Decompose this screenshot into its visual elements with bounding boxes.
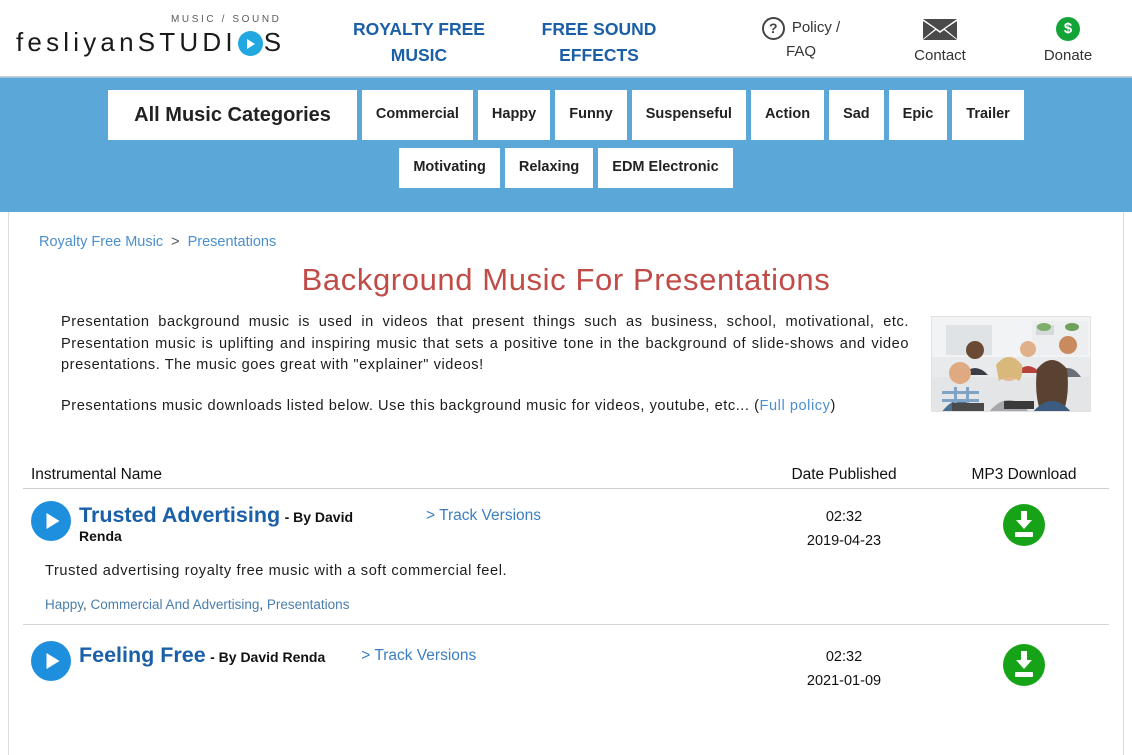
track-description: Trusted advertising royalty free music w… [23,553,1109,579]
tag-happy[interactable]: Happy [45,597,83,612]
track-download-cell [939,499,1109,546]
column-header-instrumental-name: Instrumental Name [23,466,749,484]
category-row-1: All Music Categories Commercial Happy Fu… [0,90,1132,140]
nav-policy-faq-label: Policy / [792,16,840,40]
category-commercial[interactable]: Commercial [362,90,473,140]
logo-kicker: MUSIC / SOUND [171,14,281,25]
category-funny[interactable]: Funny [555,90,627,140]
question-mark-icon: ? [762,17,785,40]
nav-contact[interactable]: Contact [876,16,1004,68]
logo-s: S [264,27,286,57]
site-header: MUSIC / SOUND fesliyanSTUDI S ROYALTY FRE… [0,0,1132,77]
intro-paragraph-1: Presentation background music is used in… [61,312,909,377]
track-published-date: 2021-01-09 [749,669,939,693]
content-panel: Royalty Free Music > Presentations Backgro… [8,212,1124,755]
table-row: Feeling Free - By David Renda > Track Ve… [23,625,1109,693]
logo-fesliyan: fesliyan [16,27,138,57]
category-sad[interactable]: Sad [829,90,884,140]
track-duration: 02:32 [749,645,939,669]
download-button-icon[interactable] [1003,504,1045,546]
track-title-cell: Feeling Free - By David Renda [79,639,325,668]
track-name-cell: Trusted Advertising - By David Renda > T… [23,499,749,546]
primary-nav: ROYALTY FREE MUSIC FREE SOUND EFFECTS [316,8,726,68]
full-policy-link[interactable]: Full policy [760,398,831,414]
category-all-music-categories[interactable]: All Music Categories [108,90,357,140]
presentation-meeting-photo [931,316,1091,412]
download-button-icon[interactable] [1003,644,1045,686]
download-baseline [1015,532,1033,537]
track-table-header: Instrumental Name Date Published MP3 Dow… [23,454,1109,489]
nav-free-sound-effects[interactable]: FREE SOUND EFFECTS [524,16,674,68]
track-download-cell [939,639,1109,686]
category-epic[interactable]: Epic [889,90,948,140]
tag-presentations[interactable]: Presentations [267,597,350,612]
track-published-date: 2019-04-23 [749,529,939,553]
category-nav-bar: All Music Categories Commercial Happy Fu… [0,77,1132,212]
column-header-date-published: Date Published [749,466,939,484]
page-wrapper: Royalty Free Music > Presentations Backgro… [0,212,1132,755]
track-versions-link[interactable]: > Track Versions [361,647,476,665]
track-date-cell: 02:32 2021-01-09 [749,639,939,693]
column-header-mp3-download: MP3 Download [939,466,1109,484]
nav-contact-label: Contact [876,44,1004,68]
track-name-cell: Feeling Free - By David Renda > Track Ve… [23,639,749,681]
logo-studi: STUDI [138,27,237,57]
track-versions-link[interactable]: > Track Versions [426,507,541,525]
page-title: Background Music For Presentations [9,262,1123,298]
breadcrumb: Royalty Free Music > Presentations [9,212,1123,250]
category-happy[interactable]: Happy [478,90,550,140]
category-relaxing[interactable]: Relaxing [505,148,593,188]
tag-commercial-and-advertising[interactable]: Commercial And Advertising [91,597,260,612]
down-arrow-icon [1014,511,1034,530]
intro-paragraph-2: Presentations music downloads listed bel… [61,396,909,418]
play-button-icon[interactable] [31,501,71,541]
play-button-icon[interactable] [31,641,71,681]
category-action[interactable]: Action [751,90,824,140]
track-duration: 02:32 [749,505,939,529]
envelope-icon [922,17,958,41]
intro-paragraph-2-pre: Presentations music downloads listed bel… [61,398,760,414]
breadcrumb-separator: > [171,234,179,250]
track-title-link[interactable]: Trusted Advertising [79,503,280,527]
tag-comma-2: , [259,597,267,612]
track-date-cell: 02:32 2019-04-23 [749,499,939,553]
track-artist: - By David Renda [210,649,325,665]
nav-royalty-free-music[interactable]: ROYALTY FREE MUSIC [344,16,494,68]
category-suspenseful[interactable]: Suspenseful [632,90,746,140]
down-arrow-icon [1014,651,1034,670]
nav-policy-faq[interactable]: ? Policy / FAQ [726,16,876,64]
track-title-link[interactable]: Feeling Free [79,643,206,667]
intro-section: Presentation background music is used in… [9,298,1123,436]
category-trailer[interactable]: Trailer [952,90,1024,140]
intro-paragraph-2-post: ) [830,398,835,414]
tag-comma-1: , [83,597,91,612]
breadcrumb-presentations[interactable]: Presentations [188,234,277,250]
intro-text: Presentation background music is used in… [61,312,909,436]
table-row: Trusted Advertising - By David Renda > T… [23,489,1109,553]
track-title-cell: Trusted Advertising - By David Renda [79,499,364,546]
breadcrumb-royalty-free-music[interactable]: Royalty Free Music [39,234,163,250]
track-tags: Happy, Commercial And Advertising, Prese… [23,579,1109,625]
play-circle-icon [238,31,263,56]
category-motivating[interactable]: Motivating [399,148,500,188]
category-edm-electronic[interactable]: EDM Electronic [598,148,732,188]
nav-policy-faq-label2: FAQ [726,40,876,64]
nav-donate[interactable]: $ Donate [1004,16,1132,68]
dollar-circle-icon: $ [1056,17,1080,41]
site-logo[interactable]: MUSIC / SOUND fesliyanSTUDI S [16,8,316,68]
header-utility-nav: ? Policy / FAQ Contact $ Donate [726,8,1132,68]
logo-wordmark: fesliyanSTUDI S [16,27,285,58]
category-row-2: Motivating Relaxing EDM Electronic [0,148,1132,188]
nav-donate-label: Donate [1004,44,1132,68]
download-baseline [1015,672,1033,677]
